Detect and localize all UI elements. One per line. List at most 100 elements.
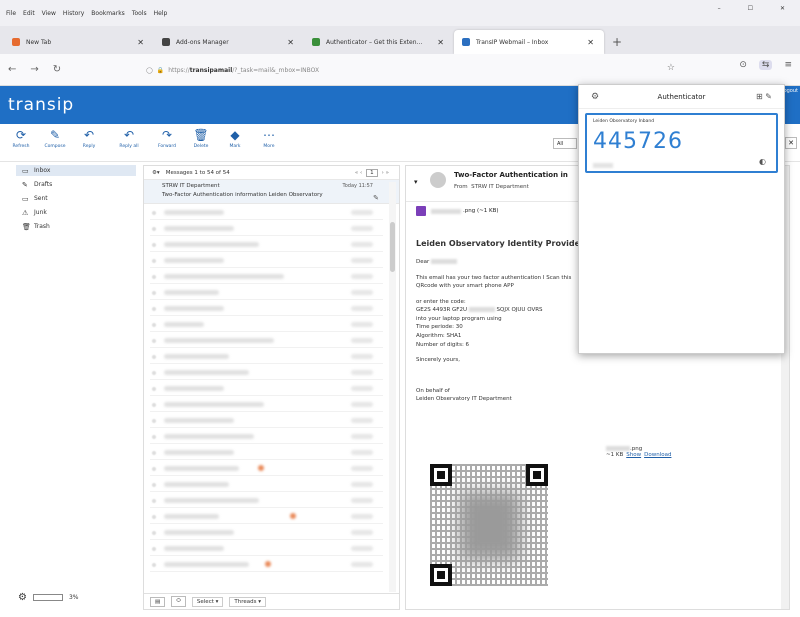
delete-label: Delete [193,144,209,149]
folder-trash[interactable]: 🗑 Trash [16,221,136,232]
list-item[interactable] [150,494,383,508]
folder-label: Sent [34,195,48,202]
list-item[interactable] [150,526,383,540]
list-item[interactable] [150,558,383,572]
list-item[interactable]: STRW IT Department Today 11:57 Two-Facto… [144,180,399,204]
list-item[interactable] [150,382,383,396]
pocket-icon[interactable]: ⊙ [739,60,747,70]
forward-button[interactable]: ↷ Forward [150,128,184,149]
list-item[interactable] [150,510,383,524]
folder-drafts[interactable]: ✎ Drafts [16,179,136,190]
list-item[interactable] [150,478,383,492]
list-item[interactable] [150,318,383,332]
chevron-down-icon[interactable]: ▾ [414,178,418,186]
menu-history[interactable]: History [63,10,84,17]
tab-addons[interactable]: Add-ons Manager ✕ [154,30,304,54]
hamburger-menu-icon[interactable]: ≡ [784,60,792,70]
last-page-icon[interactable]: » [386,170,389,176]
close-icon[interactable]: ✕ [785,137,797,149]
list-item[interactable] [150,462,383,476]
scroll-thumb[interactable] [390,222,395,272]
gear-icon[interactable]: ⚙ [591,92,599,102]
refresh-button[interactable]: ⟳ Refresh [4,128,38,149]
bookmark-star-icon[interactable]: ☆ [667,63,675,73]
list-item[interactable] [150,270,383,284]
tab-webmail[interactable]: TransIP Webmail – Inbox ✕ [454,30,604,54]
show-link[interactable]: Show [626,452,641,458]
tab-new-tab[interactable]: New Tab ✕ [4,30,154,54]
prev-page-icon[interactable]: ‹ [360,170,362,176]
attachment-chip[interactable]: .png (~1 KB) [416,206,499,216]
blurred-subject [164,290,219,295]
close-icon[interactable]: ✕ [137,38,144,47]
menu-file[interactable]: File [6,10,16,17]
new-tab-button[interactable]: + [612,35,622,49]
flag-icon[interactable]: ✎ [373,194,379,202]
menu-bookmarks[interactable]: Bookmarks [91,10,125,17]
reply-all-button[interactable]: ↶ Reply all [112,128,146,149]
quota-bar [32,594,63,601]
more-button[interactable]: ⋯ More [252,128,286,149]
authenticator-extension-icon[interactable]: ⇆ [758,60,773,70]
compose-button[interactable]: ✎ Compose [38,128,72,149]
blurred-subject [164,306,224,311]
next-page-icon[interactable]: › [382,170,384,176]
otp-entry[interactable]: Leiden Observatory Inband 445726 ◐ [585,113,778,173]
blurred-subject [164,546,224,551]
folder-sent[interactable]: ▭ Sent [16,193,136,204]
list-item[interactable] [150,366,383,380]
delete-button[interactable]: 🗑 Delete [184,128,218,149]
list-item[interactable] [150,350,383,364]
first-page-icon[interactable]: « [355,170,358,176]
threads-dropdown[interactable]: Threads ▾ [229,596,267,607]
otp-code[interactable]: 445726 [593,129,683,154]
close-icon[interactable]: ✕ [587,38,594,47]
list-item[interactable] [150,334,383,348]
tab-label: TransIP Webmail – Inbox [476,38,549,46]
close-window-icon[interactable]: ✕ [780,5,785,12]
tag-icon: ◆ [230,128,240,142]
list-item[interactable] [150,238,383,252]
close-icon[interactable]: ✕ [437,38,444,47]
list-options-icon[interactable]: ▤ [150,596,166,607]
gear-icon[interactable]: ⚙▾ [152,170,160,176]
shield-icon: ◯ [146,66,153,74]
menu-help[interactable]: Help [154,10,168,17]
back-icon[interactable]: ← [8,64,16,75]
list-item[interactable] [150,302,383,316]
list-item[interactable] [150,222,383,236]
download-link[interactable]: Download [644,452,671,458]
list-item[interactable] [150,430,383,444]
reload-icon[interactable]: ↻ [53,64,61,75]
list-item[interactable] [150,542,383,556]
url-bar[interactable]: ◯ 🔒 https://transipamail/?_task=mail&_mb… [140,59,685,81]
folder-inbox[interactable]: ▭ Inbox [16,165,136,176]
tab-authenticator[interactable]: Authenticator – Get this Exten… ✕ [304,30,454,54]
maximize-icon[interactable]: ☐ [748,5,753,12]
gear-icon[interactable]: ⚙ [18,592,27,603]
code-part-1: GE2S 4493R GF2U [416,307,467,314]
page-number[interactable]: 1 [366,168,378,177]
select-dropdown[interactable]: Select ▾ [191,596,224,607]
forward-icon[interactable]: → [30,64,38,75]
scan-qr-icon[interactable]: ⊞ [756,92,763,101]
menu-view[interactable]: View [42,10,56,17]
list-item[interactable] [150,286,383,300]
folder-junk[interactable]: ⚠ Junk [16,207,136,218]
threads-toggle-icon[interactable]: ⬭ [171,596,186,607]
list-item[interactable] [150,206,383,220]
list-item[interactable] [150,414,383,428]
search-scope-select[interactable]: All [553,138,577,149]
minimize-icon[interactable]: – [718,5,721,12]
edit-icon[interactable]: ✎ [765,92,772,101]
list-item[interactable] [150,254,383,268]
menu-edit[interactable]: Edit [23,10,35,17]
mark-button[interactable]: ◆ Mark [218,128,252,149]
menu-tools[interactable]: Tools [132,10,147,17]
from-sender[interactable]: STRW IT Department [471,184,529,190]
close-icon[interactable]: ✕ [287,38,294,47]
list-scrollbar[interactable] [389,182,396,592]
reply-button[interactable]: ↶ Reply [72,128,106,149]
list-item[interactable] [150,446,383,460]
list-item[interactable] [150,398,383,412]
